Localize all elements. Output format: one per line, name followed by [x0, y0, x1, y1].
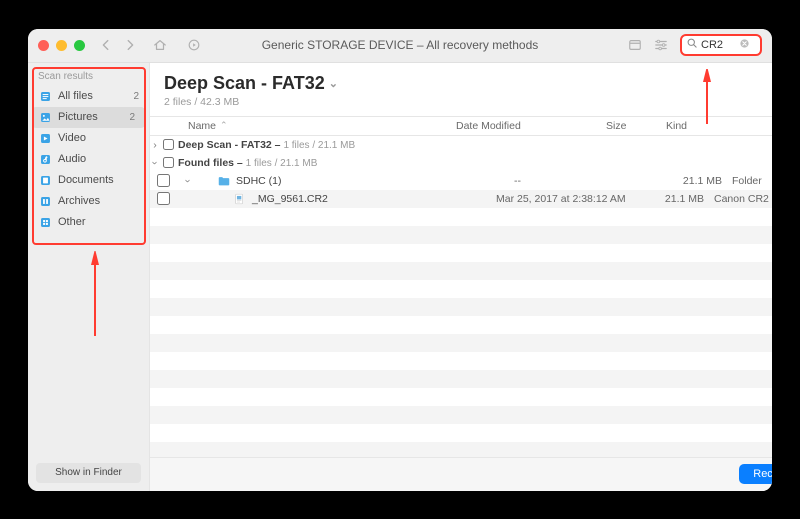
sidebar-section-header: Scan results [28, 71, 149, 86]
app-window: Generic STORAGE DEVICE – All recovery me… [28, 29, 772, 491]
sidebar-item-label: Video [58, 132, 86, 144]
main-pane: Deep Scan - FAT32 ⌄ 2 files / 42.3 MB Na… [150, 63, 772, 491]
sidebar-item-label: Audio [58, 153, 86, 165]
sidebar-item-documents[interactable]: Documents [28, 170, 149, 191]
recover-button[interactable]: Recover [739, 464, 772, 484]
close-window-button[interactable] [38, 40, 49, 51]
annotation-arrow-sidebar [86, 251, 104, 341]
column-header-row: Name⌃ Date Modified Size Kind [150, 116, 772, 136]
sidebar-item-pictures[interactable]: Pictures 2 [32, 107, 145, 128]
row-size: 21.1 MB [664, 175, 722, 187]
disclosure-closed-icon[interactable]: › [150, 139, 160, 151]
window-controls [38, 40, 85, 51]
tree-group-label: Deep Scan - FAT32 – [178, 139, 283, 151]
show-in-finder-button[interactable]: Show in Finder [36, 463, 141, 483]
tree-group-meta: 1 files / 21.1 MB [283, 140, 355, 151]
sidebar-item-label: Pictures [58, 111, 98, 123]
tree-group-label: Found files – [178, 157, 246, 169]
all-files-icon [38, 89, 52, 103]
back-button[interactable] [99, 38, 113, 52]
tree-group-found-files[interactable]: › Found files – 1 files / 21.1 MB [150, 154, 772, 172]
row-kind: Canon CR2 raw image [704, 193, 772, 205]
refresh-scan-button[interactable] [187, 38, 201, 52]
search-field-highlight [680, 34, 762, 56]
sidebar-item-archives[interactable]: Archives [28, 191, 149, 212]
empty-rows-area [150, 208, 772, 457]
sidebar-item-label: Documents [58, 174, 114, 186]
disclosure-open-icon[interactable]: › [149, 158, 161, 168]
raw-file-icon [233, 192, 247, 206]
scan-title-text: Deep Scan - FAT32 [164, 73, 325, 94]
tree-group-meta: 1 files / 21.1 MB [246, 158, 318, 169]
documents-icon [38, 173, 52, 187]
row-checkbox[interactable] [157, 192, 170, 205]
minimize-window-button[interactable] [56, 40, 67, 51]
clear-search-button[interactable] [739, 38, 750, 52]
sidebar-item-audio[interactable]: Audio [28, 149, 149, 170]
sidebar-item-label: Other [58, 216, 86, 228]
sidebar-item-all-files[interactable]: All files 2 [28, 86, 149, 107]
column-date[interactable]: Date Modified [456, 120, 606, 132]
column-kind[interactable]: Kind [666, 120, 772, 132]
pictures-icon [38, 110, 52, 124]
view-mode-button[interactable] [628, 38, 642, 52]
group-checkbox[interactable] [163, 139, 174, 150]
row-date: Mar 25, 2017 at 2:38:12 AM [496, 193, 646, 205]
zoom-window-button[interactable] [74, 40, 85, 51]
other-icon [38, 215, 52, 229]
folder-icon [217, 174, 231, 188]
sidebar: Scan results All files 2 Pictures 2 V [28, 63, 150, 491]
column-size[interactable]: Size [606, 120, 666, 132]
search-input[interactable] [701, 39, 739, 51]
chevron-down-icon: ⌄ [329, 77, 338, 90]
filter-settings-button[interactable] [654, 38, 668, 52]
archives-icon [38, 194, 52, 208]
main-footer: Recover [150, 457, 772, 491]
home-button[interactable] [153, 38, 167, 52]
tree-group-deep-scan[interactable]: › Deep Scan - FAT32 – 1 files / 21.1 MB [150, 136, 772, 154]
row-kind: Folder [722, 175, 772, 187]
video-icon [38, 131, 52, 145]
sidebar-item-count: 2 [133, 91, 139, 102]
search-icon [686, 36, 698, 54]
sidebar-item-other[interactable]: Other [28, 212, 149, 233]
sidebar-item-video[interactable]: Video [28, 128, 149, 149]
row-date: -- [514, 175, 664, 187]
sidebar-item-count: 2 [129, 112, 135, 123]
titlebar: Generic STORAGE DEVICE – All recovery me… [28, 29, 772, 63]
forward-button[interactable] [123, 38, 137, 52]
scan-title-dropdown[interactable]: Deep Scan - FAT32 ⌄ [164, 73, 772, 94]
column-name[interactable]: Name⌃ [188, 120, 456, 132]
row-size: 21.1 MB [646, 193, 704, 205]
scan-subtitle: 2 files / 42.3 MB [164, 96, 772, 108]
table-row[interactable]: › SDHC (1) -- 21.1 MB Folder [150, 172, 772, 190]
row-name: _MG_9561.CR2 [252, 193, 328, 205]
sidebar-list: All files 2 Pictures 2 Video Audio [28, 86, 149, 233]
group-checkbox[interactable] [163, 157, 174, 168]
table-row[interactable]: _MG_9561.CR2 Mar 25, 2017 at 2:38:12 AM … [150, 190, 772, 208]
sort-asc-icon: ⌃ [220, 120, 228, 131]
disclosure-open-icon[interactable]: › [182, 175, 194, 187]
sidebar-item-label: Archives [58, 195, 100, 207]
audio-icon [38, 152, 52, 166]
row-checkbox[interactable] [157, 174, 170, 187]
sidebar-item-label: All files [58, 90, 93, 102]
row-name: SDHC (1) [236, 175, 282, 187]
